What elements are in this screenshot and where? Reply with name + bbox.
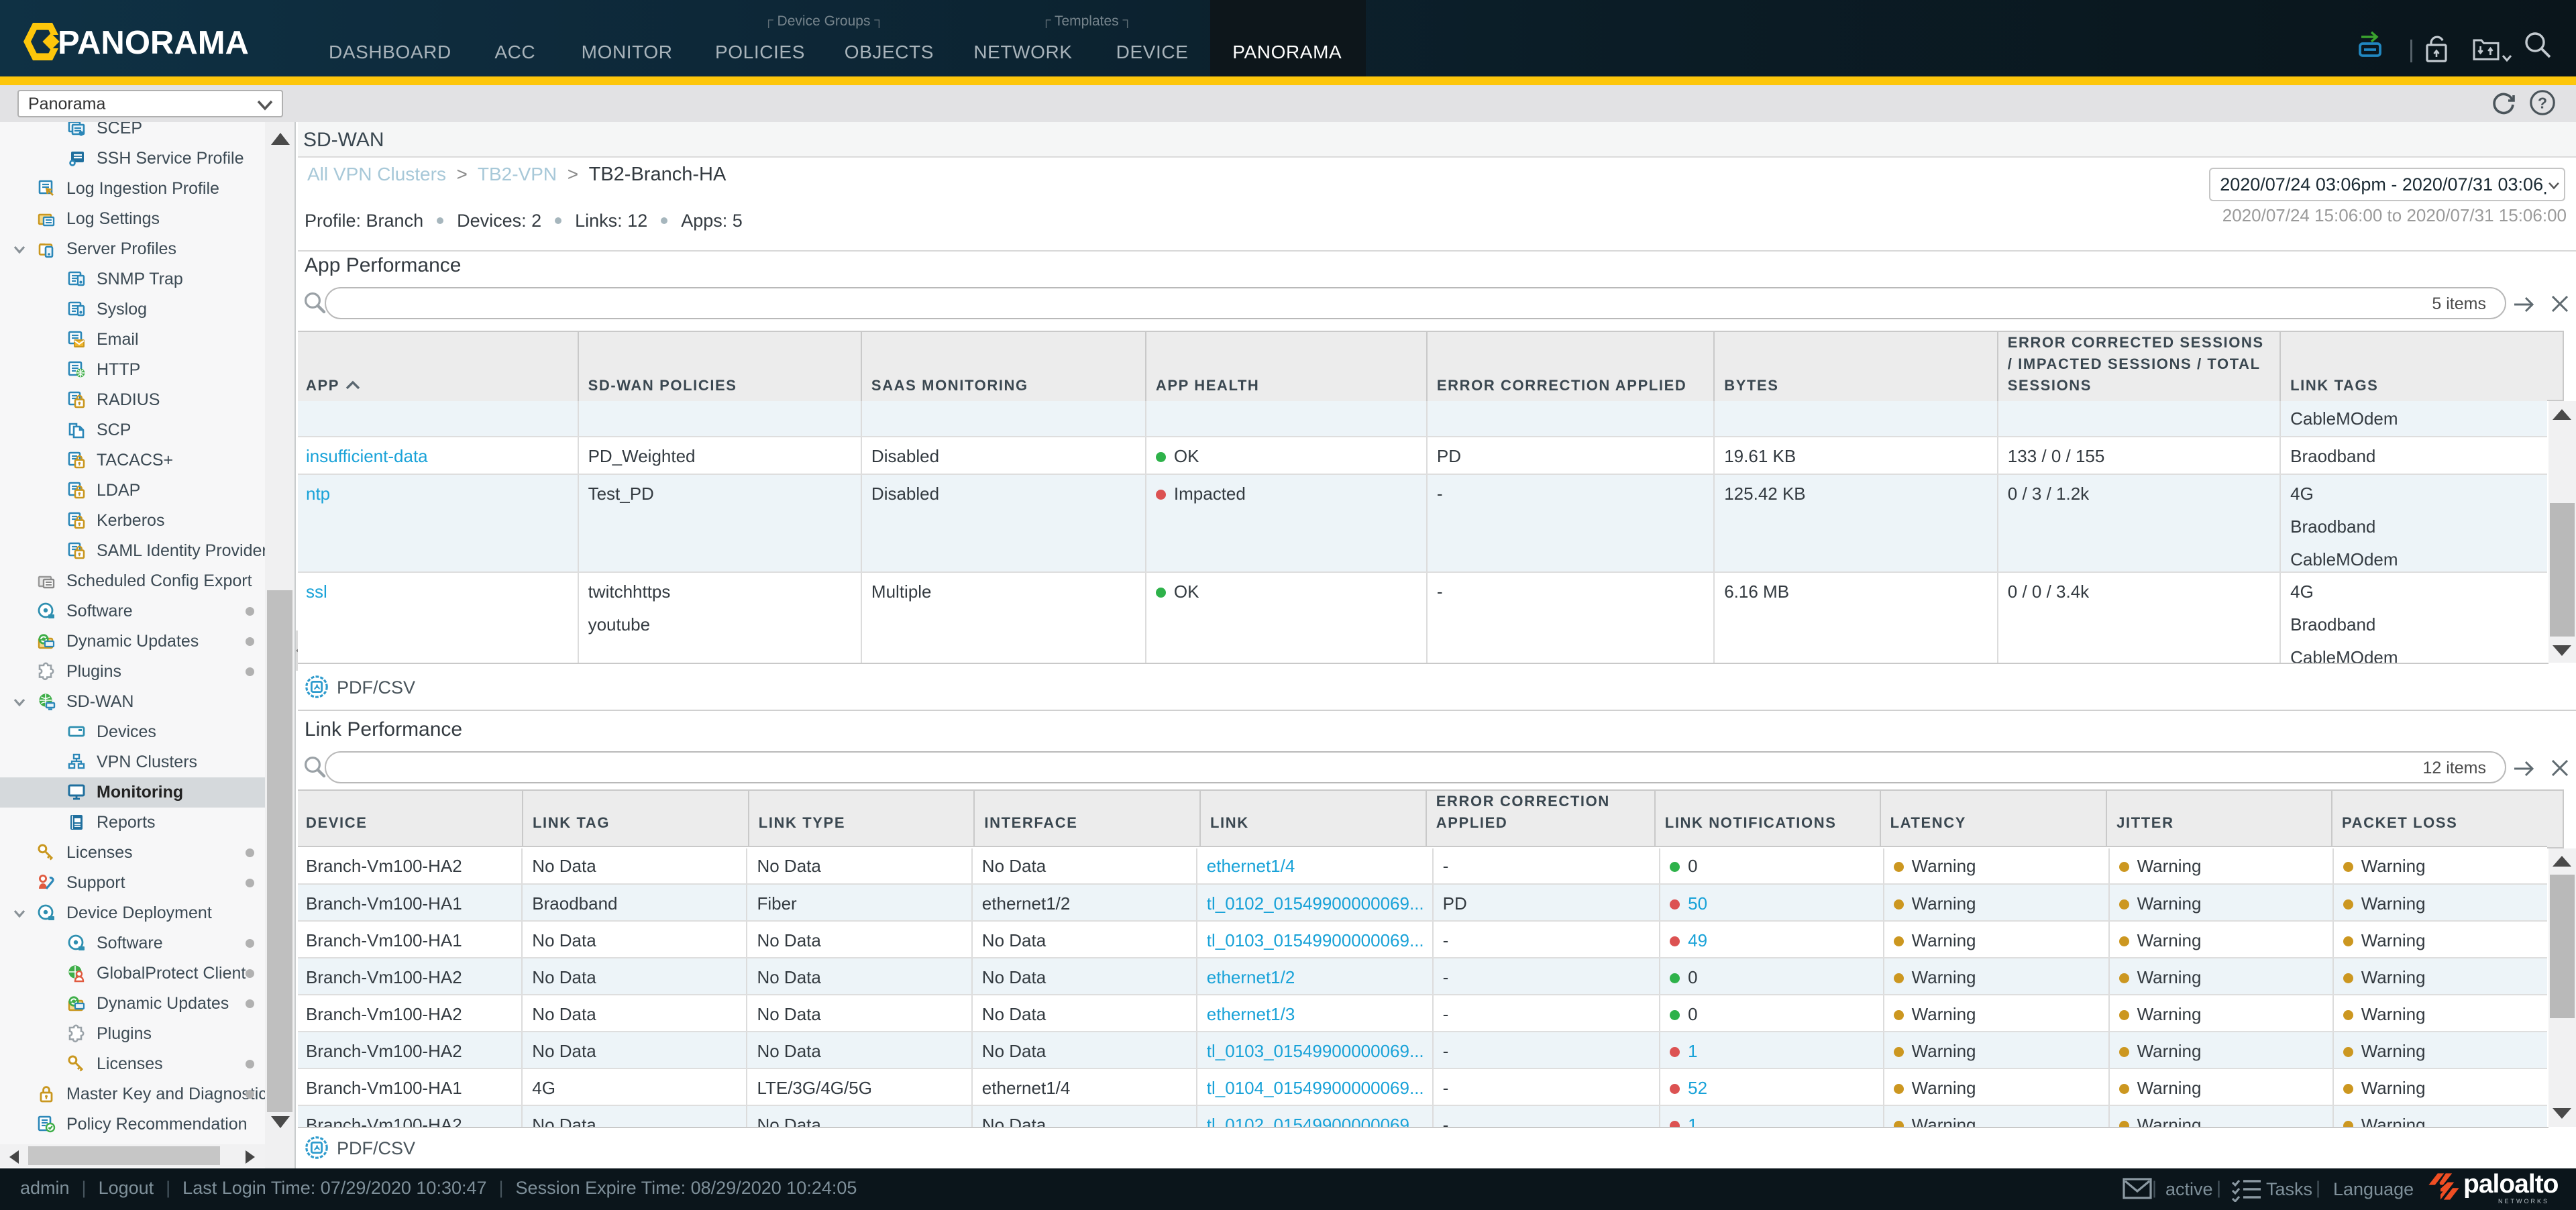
svg-text:?: ? <box>2538 94 2547 111</box>
